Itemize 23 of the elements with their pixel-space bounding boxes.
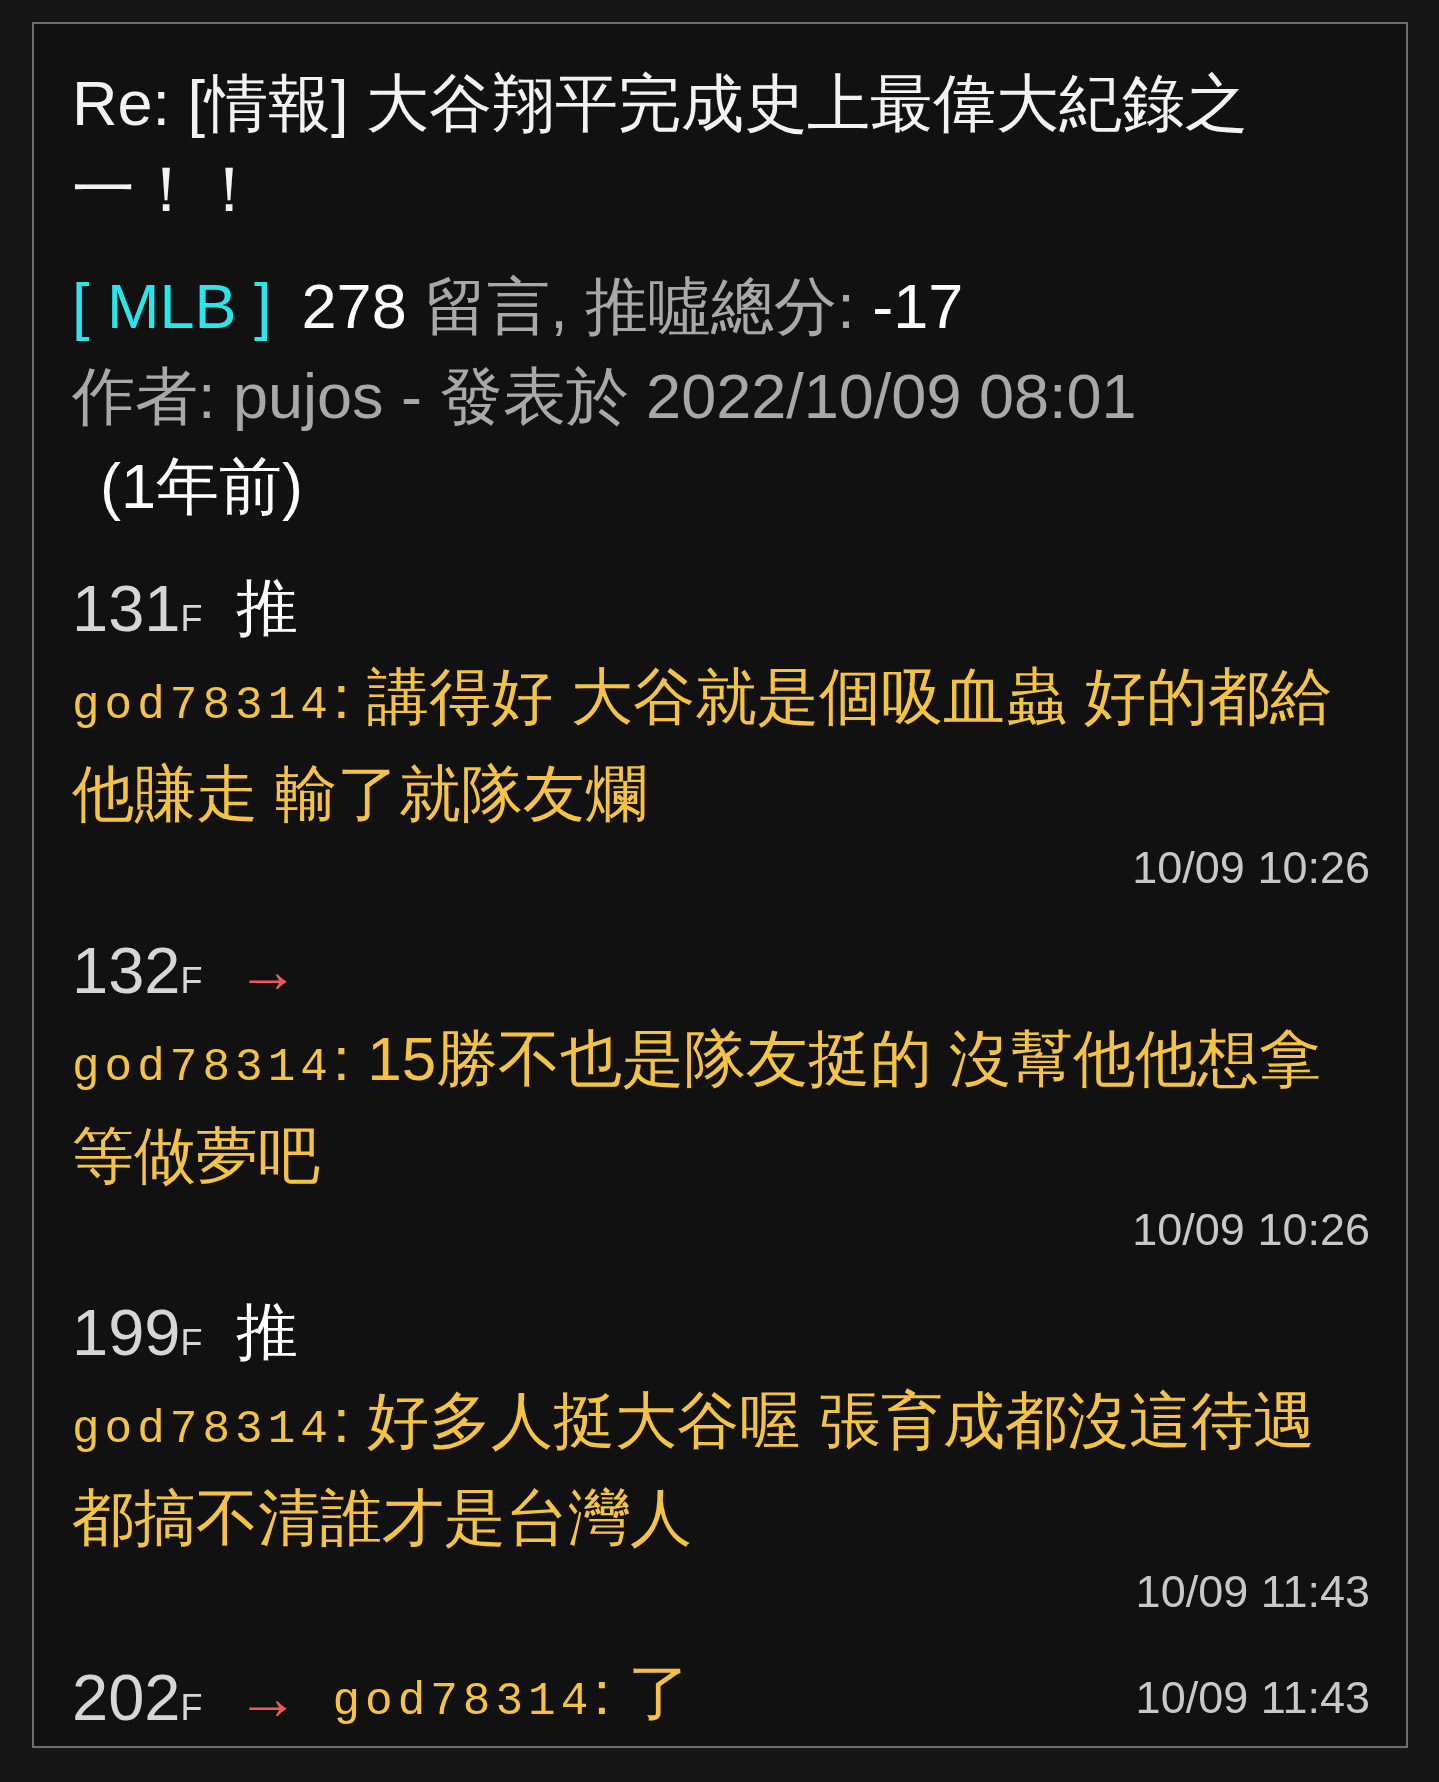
comment-tag: 推 [236,1290,299,1374]
floor-number: 199F [72,1294,203,1370]
score: -17 [872,271,964,341]
floor-number: 132F [72,932,203,1008]
comment-tag: → [236,1662,299,1733]
comment-time: 10/09 11:43 [1134,1567,1370,1617]
comment-time: 10/09 10:26 [1131,843,1370,893]
floor-number: 202F [72,1660,203,1735]
comment-text: god78314: 好多人挺大谷喔 張育成都沒這待遇都搞不清誰才是台灣人 [72,1385,1316,1554]
comment-time: 10/09 11:43 [1135,1672,1370,1723]
floor-number: 131F [72,570,203,646]
post-title: Re: [情報] 大谷翔平完成史上最偉大紀錄之一！！ [72,67,1250,226]
comment-time: 10/09 10:26 [1131,1205,1370,1255]
comment-tag: 推 [236,566,299,650]
comment-label: 留言, 推噓總分: [424,271,855,341]
board-name[interactable]: [ MLB ] [72,261,272,351]
comment-text: god78314: 講得好 大谷就是個吸血蟲 好的都給他賺走 輸了就隊友爛 [72,661,1333,830]
comment-tag: → [236,934,299,1006]
comment-count: 278 [301,271,407,341]
author-line: 作者: pujos - 發表於 2022/10/09 08:01 [72,360,1138,433]
comment-text: god78314: 了 [332,1657,691,1730]
comment-text: god78314: 15勝不也是隊友挺的 沒幫他他想拿等做夢吧 [72,1023,1323,1192]
post-age: (1年前) [99,450,304,523]
